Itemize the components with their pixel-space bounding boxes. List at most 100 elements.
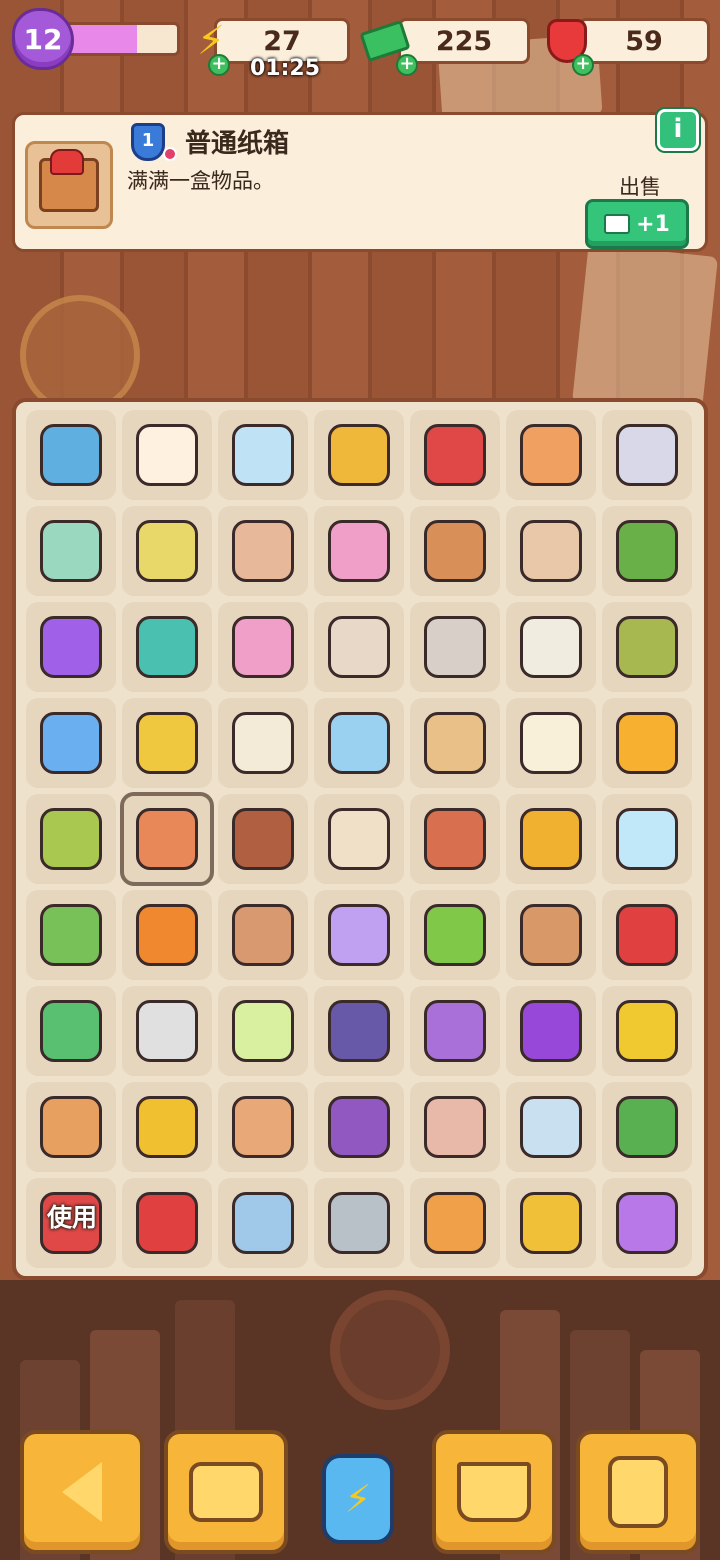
blue-crate-item[interactable] — [40, 424, 102, 486]
lucky-cat-item[interactable] — [136, 424, 198, 486]
board-cell[interactable] — [410, 410, 500, 500]
board-cell[interactable] — [26, 890, 116, 980]
magnifier-item[interactable] — [40, 712, 102, 774]
orange-vase-item[interactable] — [520, 424, 582, 486]
thermometer-item[interactable] — [520, 1096, 582, 1158]
level-indicator[interactable]: 12 — [12, 8, 180, 70]
add-gems-button[interactable]: + — [572, 54, 594, 76]
board-cell[interactable] — [410, 602, 500, 692]
seed-sack-item[interactable] — [136, 520, 198, 582]
clay-vase-item[interactable] — [232, 520, 294, 582]
board-cell[interactable]: 使用 — [26, 1178, 116, 1268]
board-cell[interactable] — [602, 794, 692, 884]
crime-map-item[interactable] — [232, 1192, 294, 1254]
board-cell[interactable] — [122, 1082, 212, 1172]
light-bulb-item[interactable] — [328, 904, 390, 966]
add-cash-button[interactable]: + — [396, 54, 418, 76]
road-barrier-item[interactable] — [136, 904, 198, 966]
board-cell[interactable] — [120, 792, 214, 886]
purple-car-item[interactable] — [616, 1192, 678, 1254]
portrait-item[interactable] — [520, 712, 582, 774]
board-cell[interactable] — [218, 602, 308, 692]
board-cell[interactable] — [218, 986, 308, 1076]
board-cell[interactable] — [410, 1178, 500, 1268]
cardboard-box-item[interactable] — [136, 808, 198, 870]
board-cell[interactable] — [602, 986, 692, 1076]
bicycle-item[interactable] — [328, 1096, 390, 1158]
scooter-item[interactable] — [520, 1000, 582, 1062]
board-cell[interactable] — [26, 1082, 116, 1172]
board-cell[interactable] — [506, 602, 596, 692]
board-cell[interactable] — [506, 794, 596, 884]
flower-bed-large-item[interactable] — [232, 616, 294, 678]
pottery-crate-item[interactable] — [424, 520, 486, 582]
board-cell[interactable] — [314, 506, 404, 596]
potted-plant-item[interactable] — [40, 904, 102, 966]
bucket-item[interactable] — [520, 1192, 582, 1254]
board-cell[interactable] — [218, 890, 308, 980]
pizza-boxes-item[interactable] — [40, 1096, 102, 1158]
board-cell[interactable] — [122, 698, 212, 788]
energy-jar-button[interactable]: ⚡ — [322, 1454, 394, 1544]
board-cell[interactable] — [122, 410, 212, 500]
board-cell[interactable] — [602, 410, 692, 500]
board-cell[interactable] — [314, 1082, 404, 1172]
horseshoe-item[interactable] — [520, 808, 582, 870]
star-trophy-item[interactable] — [328, 712, 390, 774]
item-info-button[interactable]: i — [657, 109, 699, 151]
board-cell[interactable] — [314, 410, 404, 500]
ornate-vase-item[interactable] — [424, 808, 486, 870]
board-cell[interactable] — [26, 410, 116, 500]
board-cell[interactable] — [122, 890, 212, 980]
broken-pot-item[interactable] — [232, 904, 294, 966]
photo-item[interactable] — [520, 616, 582, 678]
fossil-bag-item[interactable] — [328, 616, 390, 678]
detective-box-item[interactable] — [424, 712, 486, 774]
board-cell[interactable] — [602, 1082, 692, 1172]
juice-box-item[interactable] — [616, 712, 678, 774]
moth-item[interactable] — [424, 1000, 486, 1062]
board-cell[interactable] — [314, 890, 404, 980]
ice-bench-item[interactable] — [232, 424, 294, 486]
red-gadget-item[interactable] — [136, 1192, 198, 1254]
board-cell[interactable] — [122, 602, 212, 692]
sunglasses-item[interactable] — [136, 712, 198, 774]
soap-bottle-item[interactable] — [232, 1000, 294, 1062]
board-cell[interactable] — [506, 698, 596, 788]
board-cell[interactable] — [26, 602, 116, 692]
board-cell[interactable] — [218, 410, 308, 500]
green-tray-item[interactable] — [616, 616, 678, 678]
board-cell[interactable] — [506, 890, 596, 980]
wheel-item[interactable] — [328, 1000, 390, 1062]
pebbles-item[interactable] — [424, 1096, 486, 1158]
stained-bed-item[interactable] — [136, 1000, 198, 1062]
stacked-boxes-item[interactable] — [232, 1096, 294, 1158]
board-cell[interactable] — [410, 794, 500, 884]
board-cell[interactable] — [410, 506, 500, 596]
board-cell[interactable] — [602, 1178, 692, 1268]
green-helmet-item[interactable] — [40, 1000, 102, 1062]
wood-blocks-item[interactable] — [328, 808, 390, 870]
board-cell[interactable] — [314, 1178, 404, 1268]
broom-item[interactable] — [424, 904, 486, 966]
board-cell[interactable] — [506, 986, 596, 1076]
purple-blob-item[interactable] — [40, 616, 102, 678]
board-cell[interactable] — [506, 1082, 596, 1172]
red-case-item[interactable] — [616, 904, 678, 966]
add-energy-button[interactable]: + — [208, 54, 230, 76]
board-cell[interactable] — [26, 794, 116, 884]
board-cell[interactable] — [26, 698, 116, 788]
green-backpack-item[interactable] — [40, 808, 102, 870]
board-cell[interactable] — [314, 698, 404, 788]
back-button[interactable] — [20, 1430, 144, 1554]
shop-button[interactable] — [432, 1430, 556, 1554]
flower-pot-item[interactable] — [616, 520, 678, 582]
board-cell[interactable] — [218, 506, 308, 596]
silver-toolbox-item[interactable] — [616, 424, 678, 486]
board-cell[interactable] — [506, 1178, 596, 1268]
board-cell[interactable] — [410, 1082, 500, 1172]
board-cell[interactable] — [410, 890, 500, 980]
striped-vase-item[interactable] — [520, 520, 582, 582]
board-cell[interactable] — [122, 1178, 212, 1268]
broken-lamp-item[interactable] — [328, 1192, 390, 1254]
